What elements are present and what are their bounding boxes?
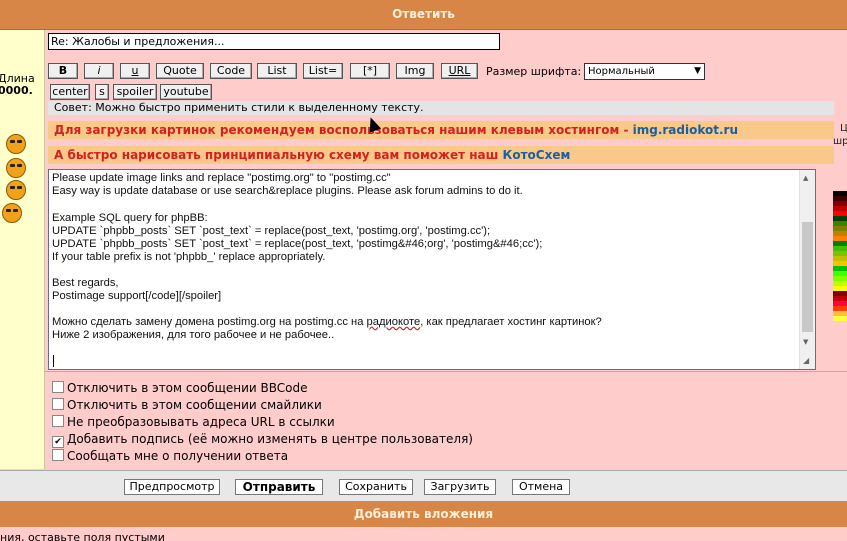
load-button[interactable]: Загрузить <box>424 479 496 495</box>
font-size-select[interactable]: Нормальный ▼ <box>584 63 705 80</box>
hosting-banner: Для загрузки картинок рекомендуем воспол… <box>48 121 834 139</box>
disable-bbcode-option[interactable]: Отключить в этом сообщении BBCode <box>52 381 308 395</box>
schema-link[interactable]: КотоСхем <box>503 148 571 162</box>
option-label: Отключить в этом сообщении BBCode <box>67 381 308 395</box>
message-line: Example SQL query for phpBB: <box>52 212 208 224</box>
palette-swatch[interactable] <box>833 316 847 321</box>
option-label: Добавить подпись (её можно изменять в це… <box>67 432 473 446</box>
left-column: Длина 0000. <box>0 30 45 371</box>
attachments-header[interactable]: Добавить вложения <box>0 501 847 527</box>
url-button[interactable]: URL <box>441 63 478 79</box>
message-line: UPDATE `phpbb_posts` SET `post_text` = r… <box>52 225 491 237</box>
smiley-glasses-icon[interactable] <box>6 180 26 200</box>
schema-banner: А быстро нарисовать принципиальную схему… <box>48 146 834 164</box>
list-button[interactable]: List <box>257 63 297 79</box>
checkbox[interactable] <box>52 449 64 461</box>
underline-button[interactable]: u <box>120 63 150 79</box>
right-cut-label: Ц <box>840 123 847 134</box>
text-caret <box>53 355 54 367</box>
message-line: Please update image links and replace "p… <box>52 172 391 184</box>
message-line: Можно сделать замену домена postimg.org … <box>52 316 797 329</box>
center-button[interactable]: center <box>50 84 90 100</box>
checkbox[interactable] <box>52 415 64 427</box>
cancel-button[interactable]: Отмена <box>512 479 570 495</box>
textarea-scrollbar[interactable]: ▲ ▼ ◢ <box>799 170 815 369</box>
message-segment: Можно сделать замену домена postimg.org … <box>52 316 367 328</box>
checkbox[interactable] <box>52 381 64 393</box>
schema-banner-text: А быстро нарисовать принципиальную схему… <box>54 148 503 162</box>
message-line: Ниже 2 изображения, для того рабочее и н… <box>52 329 335 341</box>
smiley-cool-icon[interactable] <box>6 134 26 154</box>
youtube-button[interactable]: youtube <box>160 84 212 100</box>
message-line: Best regards, <box>52 277 119 289</box>
tip-text: Совет: Можно быстро применить стили к вы… <box>48 101 834 115</box>
message-textarea[interactable]: Please update image links and replace "p… <box>48 169 816 370</box>
chevron-down-icon: ▼ <box>694 66 701 76</box>
hosting-link[interactable]: img.radiokot.ru <box>633 123 738 137</box>
list-item-button[interactable]: [*] <box>350 63 390 79</box>
color-palette[interactable] <box>833 191 847 321</box>
save-button[interactable]: Сохранить <box>339 479 413 495</box>
message-line: UPDATE `phpbb_posts` SET `post_text` = r… <box>52 238 543 250</box>
preview-button[interactable]: Предпросмотр <box>124 479 220 495</box>
message-line: If your table prefix is not 'phpbb_' rep… <box>52 251 326 263</box>
disable-smilies-option[interactable]: Отключить в этом сообщении смайлики <box>52 398 322 412</box>
list-ordered-button[interactable]: List= <box>303 63 343 79</box>
misspelled-word: радиокоте <box>366 316 421 328</box>
scroll-up-icon[interactable]: ▲ <box>803 174 808 182</box>
attach-signature-option[interactable]: ✔ Добавить подпись (её можно изменять в ц… <box>52 432 473 448</box>
strike-button[interactable]: s <box>95 84 109 100</box>
reply-header: Ответить <box>0 0 847 30</box>
smiley-cat-icon[interactable] <box>6 158 26 178</box>
smiley-wink-icon[interactable] <box>2 203 22 223</box>
message-line: Postimage support[/code][/spoiler] <box>52 290 222 302</box>
checkbox-checked[interactable]: ✔ <box>52 436 64 448</box>
img-button[interactable]: Img <box>396 63 434 79</box>
message-segment: , как предлагает хостинг картинок? <box>420 316 602 328</box>
option-label: Не преобразовывать адреса URL в ссылки <box>67 415 335 429</box>
length-value: 0000. <box>0 84 33 97</box>
bold-button[interactable]: B <box>48 63 78 79</box>
italic-button[interactable]: i <box>84 63 114 79</box>
spoiler-button[interactable]: spoiler <box>113 84 157 100</box>
code-button[interactable]: Code <box>210 63 252 79</box>
hosting-banner-text: Для загрузки картинок рекомендуем воспол… <box>54 123 633 137</box>
scroll-down-icon[interactable]: ▼ <box>803 338 808 346</box>
submit-button[interactable]: Отправить <box>235 479 323 495</box>
resize-grip-icon[interactable]: ◢ <box>803 356 809 365</box>
message-line: Easy way is update database or use searc… <box>52 185 523 197</box>
notify-reply-option[interactable]: Сообщать мне о получении ответа <box>52 449 288 463</box>
font-size-label: Размер шрифта: <box>486 65 582 78</box>
option-label: Сообщать мне о получении ответа <box>67 449 289 463</box>
checkbox[interactable] <box>52 398 64 410</box>
options-left-column <box>0 371 45 469</box>
subject-input[interactable]: Re: Жалобы и предложения... <box>48 33 500 50</box>
attachments-hint: ния, оставьте поля пустыми <box>0 527 847 541</box>
disable-urls-option[interactable]: Не преобразовывать адреса URL в ссылки <box>52 415 335 429</box>
right-cut-label-2: шр <box>833 136 847 147</box>
quote-button[interactable]: Quote <box>156 63 204 79</box>
option-label: Отключить в этом сообщении смайлики <box>67 398 322 412</box>
font-size-value: Нормальный <box>588 66 655 77</box>
scrollbar-thumb[interactable] <box>802 222 813 332</box>
